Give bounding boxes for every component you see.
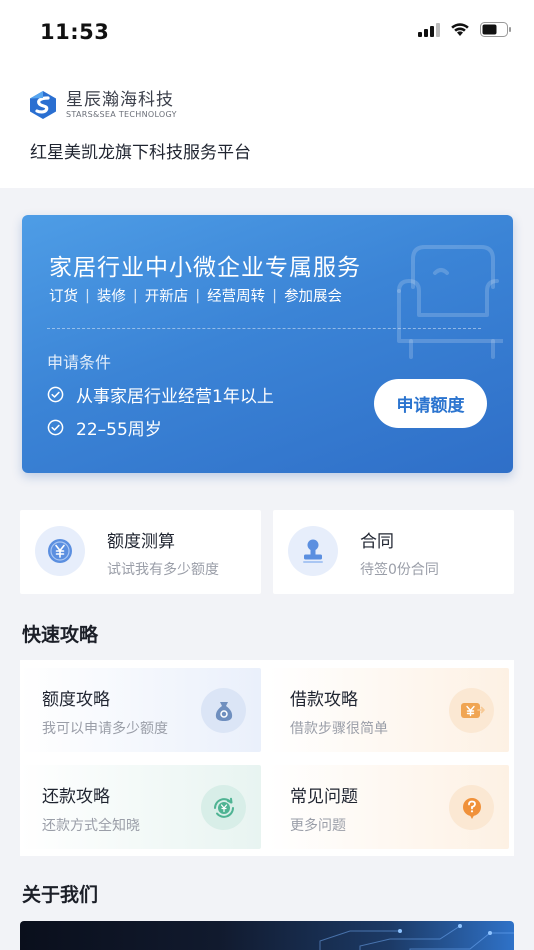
brand-logo: 星辰瀚海科技 STARS&SEA TECHNOLOGY	[28, 90, 177, 120]
feature-subtitle: 试试我有多少额度	[107, 562, 219, 578]
tech-circuit-image	[319, 924, 514, 950]
conditions-title: 申请条件	[47, 353, 112, 372]
guide-loan-item[interactable]: 借款攻略 借款步骤很简单	[268, 668, 509, 752]
credit-estimate-card[interactable]: 额度测算 试试我有多少额度	[20, 510, 261, 594]
logo-cn-text: 星辰瀚海科技	[66, 90, 174, 110]
guide-subtitle: 借款步骤很简单	[290, 721, 388, 737]
guide-subtitle: 我可以申请多少额度	[42, 721, 168, 737]
guide-subtitle: 还款方式全知晓	[42, 818, 140, 834]
guide-credit-item[interactable]: 额度攻略 我可以申请多少额度	[20, 668, 261, 752]
hero-title: 家居行业中小微企业专属服务	[49, 255, 361, 281]
about-us-title: 关于我们	[22, 884, 99, 906]
contract-card[interactable]: 合同 待签0份合同	[273, 510, 514, 594]
stamp-icon	[288, 526, 338, 576]
sofa-watermark-icon	[397, 245, 503, 359]
feature-title: 合同	[360, 532, 394, 552]
status-time: 11:53	[40, 20, 110, 44]
status-icons	[418, 22, 512, 37]
credit-service-card[interactable]: 家居行业中小微企业专属服务 订货 | 装修 | 开新店 | 经营周转 | 参加展会 申请…	[22, 215, 513, 473]
guide-title: 常见问题	[290, 787, 358, 807]
brand-header: 星辰瀚海科技 STARS&SEA TECHNOLOGY 红星美凯龙旗下科技服务平…	[0, 64, 534, 188]
yen-transfer-icon	[449, 688, 494, 733]
signal-icon	[418, 22, 440, 37]
guide-title: 借款攻略	[290, 690, 358, 710]
repay-cycle-icon	[201, 785, 246, 830]
hero-tags: 订货 | 装修 | 开新店 | 经营周转 | 参加展会	[49, 285, 342, 306]
hero-tag: 经营周转	[207, 289, 266, 305]
condition-item: 22–55周岁	[47, 415, 162, 440]
guide-repay-item[interactable]: 还款攻略 还款方式全知晓	[20, 765, 261, 849]
quick-guide-title: 快速攻略	[22, 624, 99, 646]
quick-guide-panel: 额度攻略 我可以申请多少额度 借款攻略 借款步骤很简单 还款攻略 还款方式全知晓	[20, 660, 514, 856]
logo-en-text: STARS&SEA TECHNOLOGY	[66, 110, 177, 119]
apply-credit-button[interactable]: 申请额度	[374, 379, 487, 428]
stars-sea-logo-icon	[30, 91, 56, 119]
hero-tag: 装修	[96, 289, 126, 305]
guide-title: 额度攻略	[42, 690, 110, 710]
condition-text: 从事家居行业经营1年以上	[76, 387, 274, 407]
yen-coin-icon	[35, 526, 85, 576]
hero-tag: 参加展会	[284, 289, 343, 305]
feature-subtitle: 待签0份合同	[360, 562, 439, 578]
guide-title: 还款攻略	[42, 787, 110, 807]
condition-text: 22–55周岁	[76, 420, 162, 440]
battery-icon	[480, 22, 511, 37]
hero-divider	[47, 328, 481, 329]
guide-faq-item[interactable]: 常见问题 更多问题	[268, 765, 509, 849]
status-bar: 11:53	[0, 0, 534, 64]
hero-tag: 开新店	[144, 289, 189, 305]
feature-title: 额度测算	[107, 532, 175, 552]
brand-slogan: 红星美凯龙旗下科技服务平台	[30, 143, 251, 163]
question-icon	[449, 785, 494, 830]
about-us-banner[interactable]	[20, 921, 514, 950]
money-bag-icon	[201, 688, 246, 733]
condition-item: 从事家居行业经营1年以上	[47, 382, 274, 407]
hero-tag: 订货	[49, 289, 78, 305]
check-circle-icon	[47, 419, 64, 436]
guide-subtitle: 更多问题	[290, 818, 346, 834]
wifi-icon	[451, 23, 469, 36]
check-circle-icon	[47, 386, 64, 403]
